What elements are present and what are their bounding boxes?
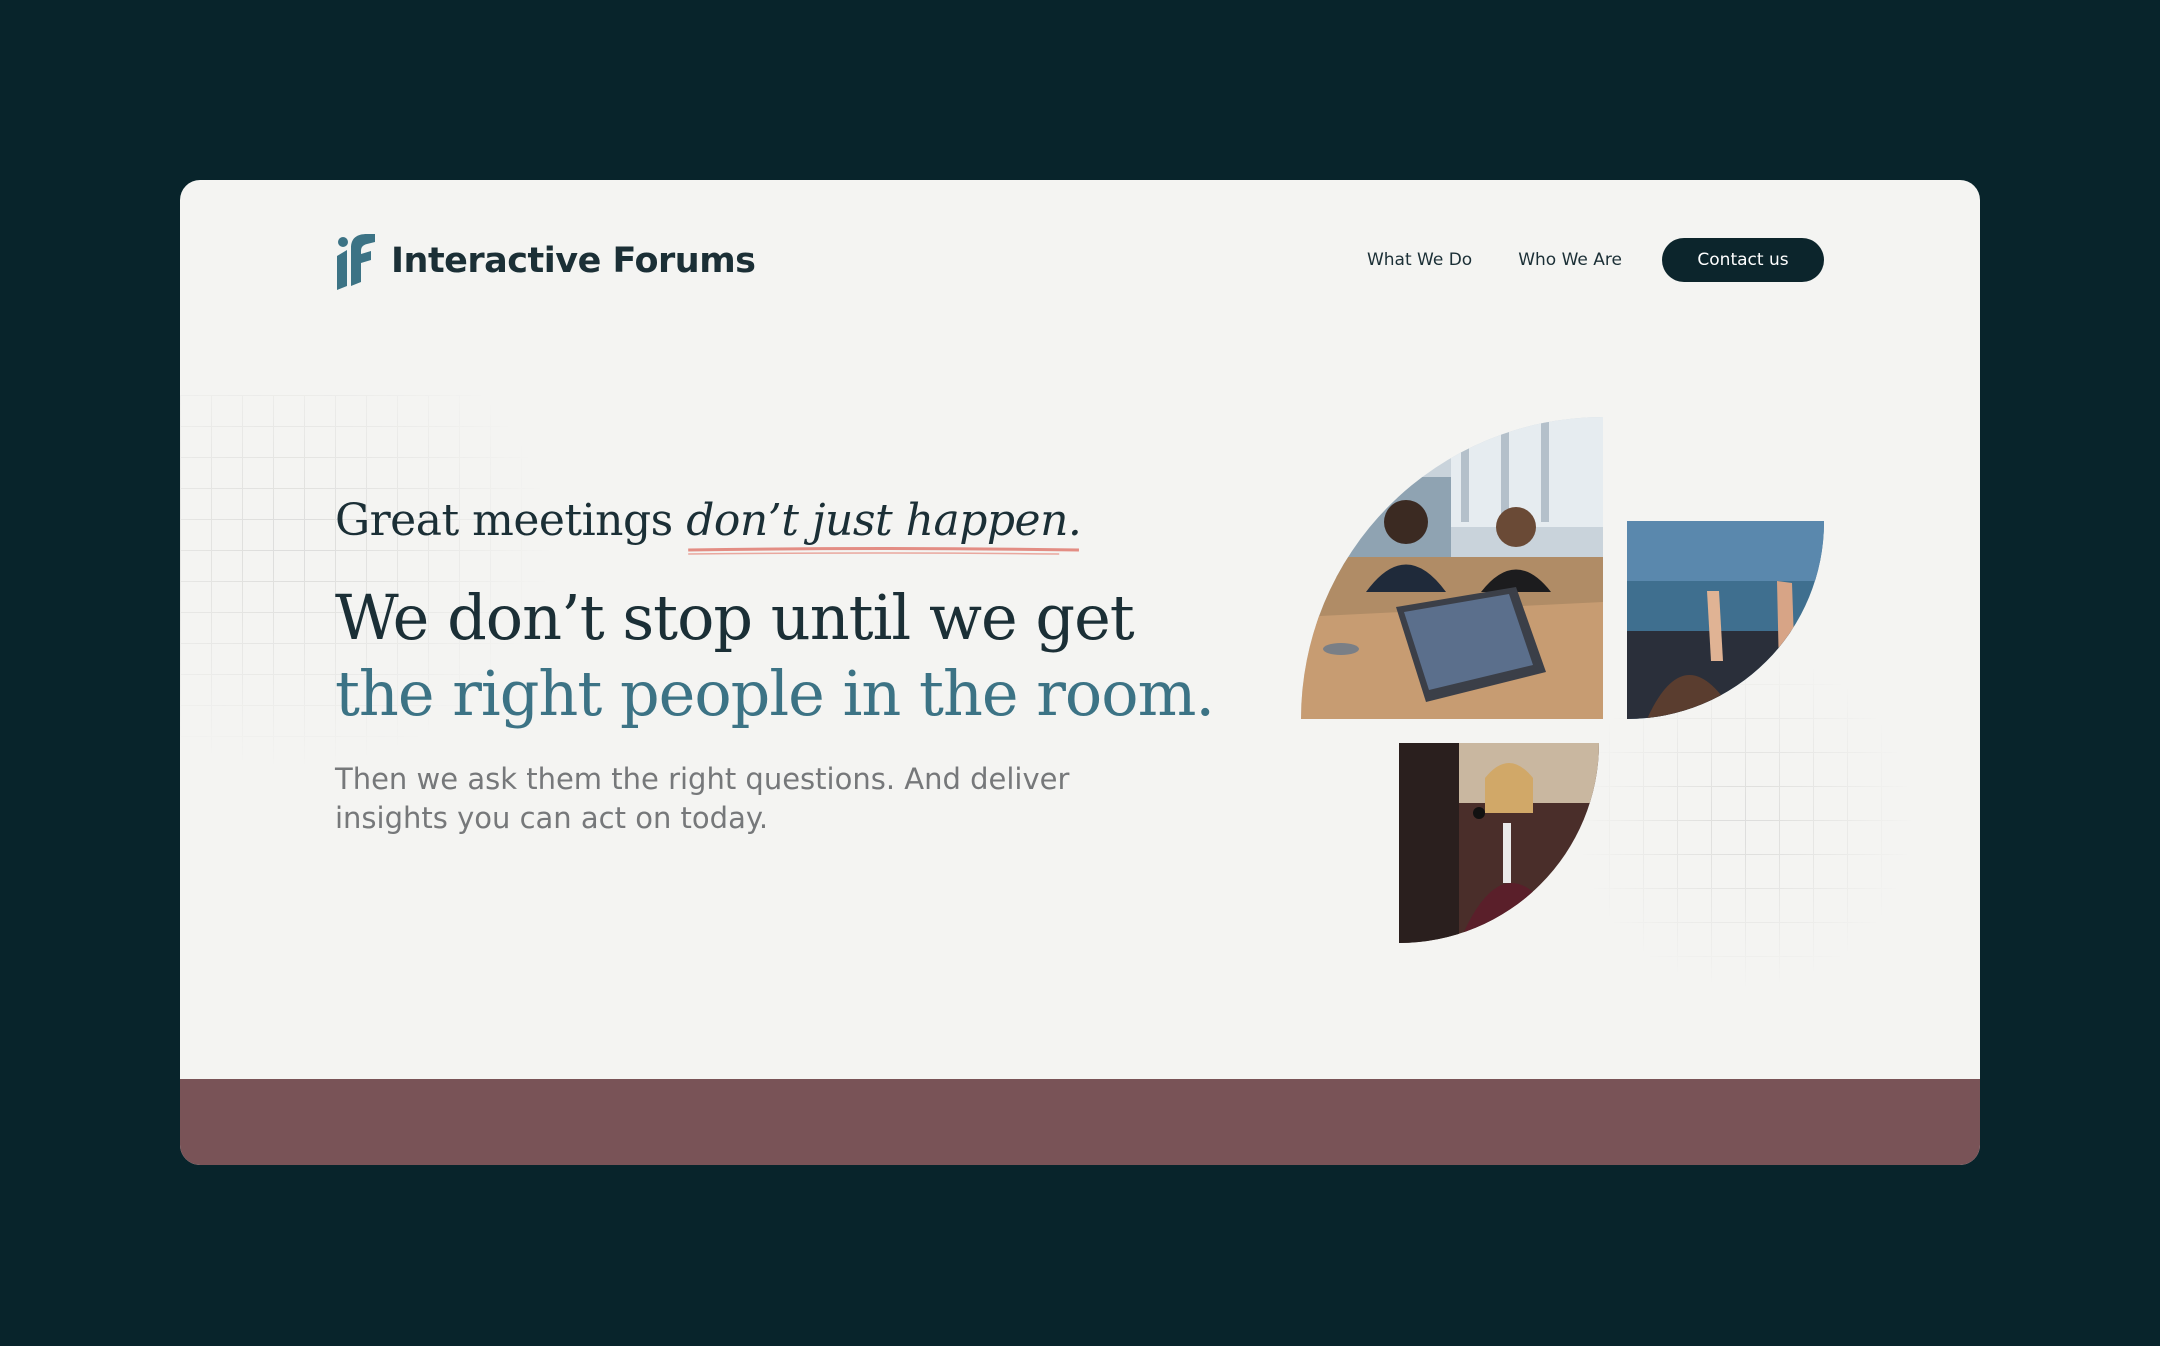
headline-line-2: the right people in the room. (335, 657, 1215, 730)
footer-band (180, 1079, 1980, 1165)
headline-line-1: We don’t stop until we get (335, 581, 1135, 654)
contact-us-button[interactable]: Contact us (1662, 238, 1824, 282)
hero-subtext: Then we ask them the right questions. An… (335, 762, 1070, 835)
tagline-italic-text: don’t just happen. (686, 495, 1082, 546)
tagline-plain: Great meetings (335, 495, 687, 546)
hero-tagline: Great meetings don’t just happen. (335, 495, 1082, 555)
underline-stroke (688, 547, 1080, 555)
if-monogram-icon (337, 234, 375, 290)
grid-decoration-right (1575, 650, 1915, 990)
speaker-microphone-photo (1399, 743, 1599, 943)
brand-name: Interactive Forums (391, 241, 756, 281)
meeting-table-photo (1301, 417, 1603, 719)
brand-logo[interactable]: Interactive Forums (335, 232, 756, 290)
nav-link-what-we-do[interactable]: What We Do (1367, 250, 1472, 270)
hero-headline: We don’t stop until we get the right peo… (335, 580, 1215, 732)
hero-card: Interactive Forums What We Do Who We Are… (180, 180, 1980, 1165)
tagline-italic: don’t just happen. (686, 495, 1082, 555)
nav-link-who-we-are[interactable]: Who We Are (1518, 250, 1622, 270)
main-nav: What We Do Who We Are Contact us (1367, 238, 1824, 282)
